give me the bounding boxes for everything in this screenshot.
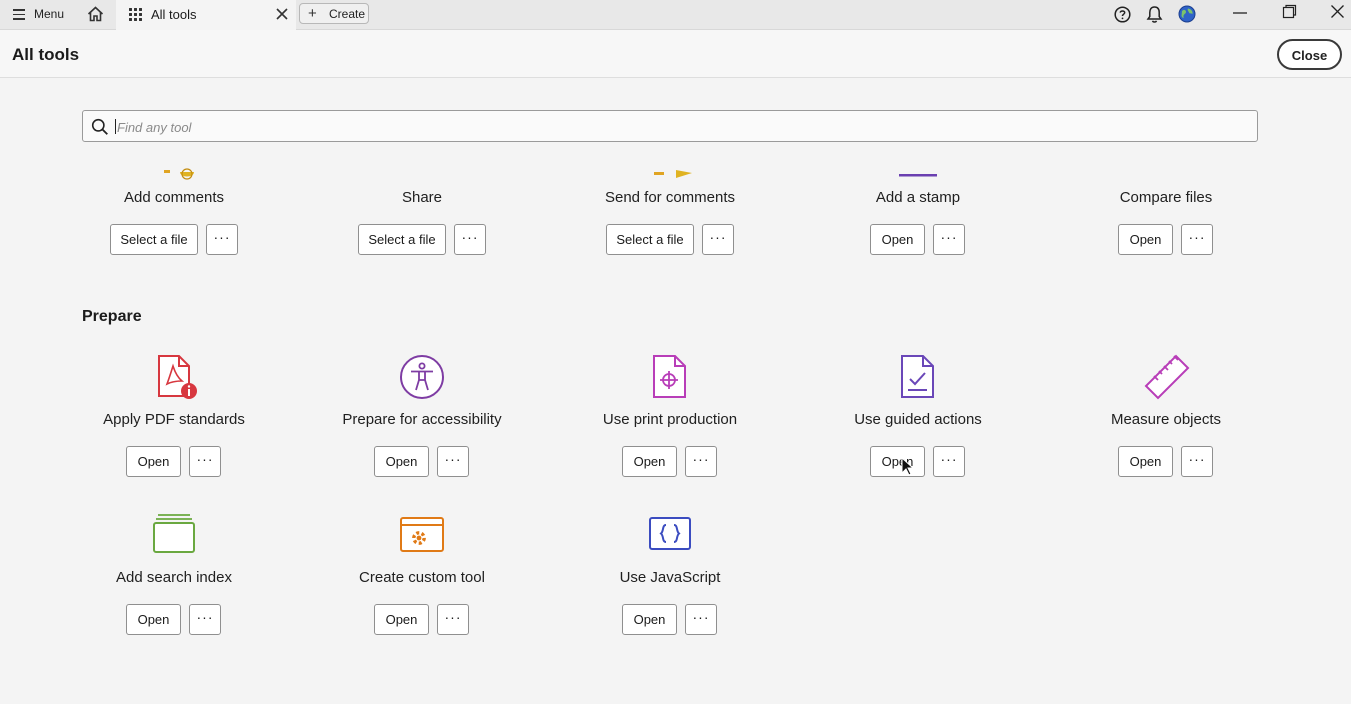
pdf-standards-icon: [158, 355, 197, 399]
more-options-button[interactable]: ···: [189, 604, 221, 635]
tool-name: Add search index: [116, 569, 232, 586]
home-button[interactable]: [78, 0, 114, 29]
ruler-icon: [1144, 354, 1190, 400]
more-options-button[interactable]: ···: [1181, 224, 1213, 255]
open-button[interactable]: Open: [1118, 224, 1173, 255]
tool-name: Add a stamp: [875, 189, 961, 206]
add-comments-icon: [164, 168, 194, 180]
help-icon[interactable]: [1114, 6, 1131, 23]
accessibility-icon: [400, 355, 444, 399]
create-button[interactable]: + Create: [299, 3, 369, 24]
search-icon: [91, 118, 108, 135]
home-icon: [87, 6, 104, 22]
close-icon: [276, 8, 288, 20]
more-options-button[interactable]: ···: [685, 604, 717, 635]
more-options-button[interactable]: ···: [454, 224, 486, 255]
open-button[interactable]: Open: [870, 224, 925, 255]
tool-name: Use print production: [602, 411, 738, 428]
minimize-icon[interactable]: [1232, 5, 1248, 21]
more-options-button[interactable]: ···: [206, 224, 238, 255]
hamburger-icon: [13, 9, 25, 20]
tool-name: Compare files: [1119, 189, 1213, 206]
tool-name: Share: [401, 189, 443, 206]
close-tab-button[interactable]: [272, 4, 292, 24]
tab-label: All tools: [151, 7, 197, 22]
print-production-icon: [653, 355, 686, 398]
menu-label: Menu: [34, 7, 65, 21]
create-label: Create: [329, 7, 366, 21]
more-options-button[interactable]: ···: [685, 446, 717, 477]
open-button[interactable]: Open: [622, 446, 677, 477]
avatar-globe-icon[interactable]: [1178, 5, 1196, 23]
open-button[interactable]: Open: [126, 446, 181, 477]
custom-tool-icon: [400, 517, 444, 552]
open-button[interactable]: Open: [374, 604, 429, 635]
tool-name: Measure objects: [1110, 411, 1222, 428]
search-index-icon: [153, 514, 195, 553]
more-options-button[interactable]: ···: [1181, 446, 1213, 477]
mouse-cursor-icon: [901, 457, 915, 476]
open-button[interactable]: Open: [622, 604, 677, 635]
guided-actions-icon: [901, 355, 934, 398]
close-window-icon[interactable]: [1330, 4, 1345, 19]
tool-name: Prepare for accessibility: [342, 411, 502, 428]
plus-icon: +: [308, 5, 317, 22]
more-options-button[interactable]: ···: [933, 224, 965, 255]
select-file-button[interactable]: Select a file: [110, 224, 198, 255]
more-options-button[interactable]: ···: [437, 446, 469, 477]
section-title-prepare: Prepare: [82, 308, 142, 325]
scrollbar[interactable]: [1347, 160, 1350, 690]
tool-name: Use guided actions: [854, 411, 982, 428]
page-title: All tools: [12, 45, 80, 64]
open-button[interactable]: Open: [1118, 446, 1173, 477]
notifications-bell-icon[interactable]: [1146, 5, 1163, 24]
tool-name: Send for comments: [604, 189, 736, 206]
menu-button[interactable]: Menu: [0, 0, 74, 29]
javascript-icon: [649, 517, 691, 550]
open-button[interactable]: Open: [870, 446, 925, 477]
more-options-button[interactable]: ···: [189, 446, 221, 477]
tab-all-tools[interactable]: All tools: [116, 0, 296, 30]
more-options-button[interactable]: ···: [933, 446, 965, 477]
send-for-comments-icon: [654, 170, 692, 178]
more-options-button[interactable]: ···: [437, 604, 469, 635]
tool-name: Use JavaScript: [619, 569, 721, 586]
open-button[interactable]: Open: [126, 604, 181, 635]
page-header: All tools Close: [0, 30, 1351, 78]
tool-name: Apply PDF standards: [103, 411, 245, 428]
select-file-button[interactable]: Select a file: [606, 224, 694, 255]
tab-bar: Menu All tools + Create: [0, 0, 1351, 30]
add-stamp-icon: [899, 174, 937, 177]
text-cursor: [115, 119, 116, 134]
apps-grid-icon: [129, 8, 142, 21]
select-file-button[interactable]: Select a file: [358, 224, 446, 255]
tool-name: Add comments: [123, 189, 225, 206]
more-options-button[interactable]: ···: [702, 224, 734, 255]
tool-name: Create custom tool: [359, 569, 485, 586]
open-button[interactable]: Open: [374, 446, 429, 477]
search-input[interactable]: [115, 115, 1249, 139]
close-button[interactable]: Close: [1277, 39, 1342, 70]
tool-search-box[interactable]: [82, 110, 1258, 142]
restore-window-icon[interactable]: [1282, 4, 1297, 19]
